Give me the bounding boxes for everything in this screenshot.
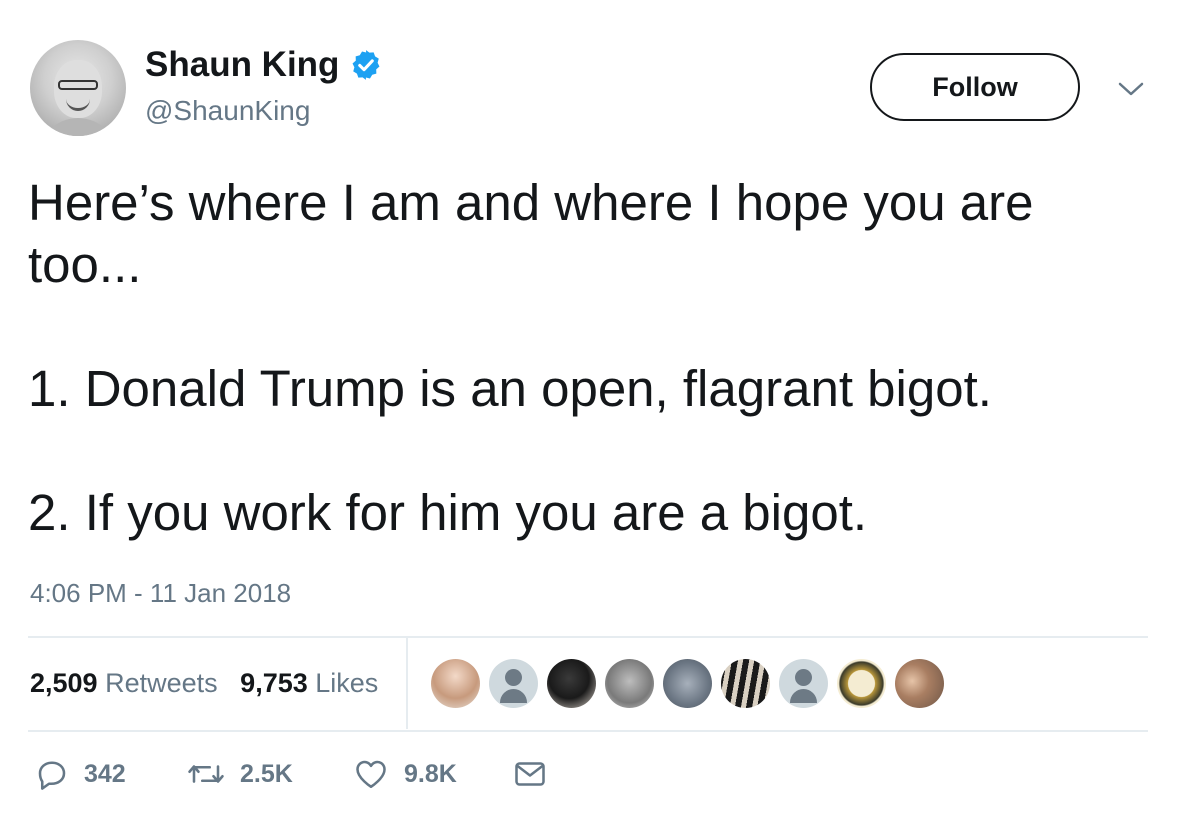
- author-handle[interactable]: @ShaunKing: [145, 95, 310, 127]
- divider-top: [28, 636, 1148, 638]
- direct-message-button[interactable]: [512, 756, 548, 792]
- chevron-down-icon[interactable]: [1116, 79, 1146, 99]
- tweet-timestamp[interactable]: 4:06 PM - 11 Jan 2018: [30, 578, 291, 609]
- tweet-stats: 2,509 Retweets 9,753 Likes: [30, 668, 378, 699]
- likes-count: 9,753: [240, 668, 308, 698]
- retweet-button[interactable]: 2.5K: [186, 756, 293, 792]
- liker-avatar[interactable]: [721, 659, 770, 708]
- author-avatar[interactable]: [30, 40, 126, 136]
- author-name[interactable]: Shaun King: [145, 45, 339, 85]
- avatar-body: [38, 118, 118, 136]
- liker-avatar[interactable]: [895, 659, 944, 708]
- reply-count: 342: [84, 759, 126, 788]
- tweet-text: Here’s where I am and where I hope you a…: [28, 174, 1034, 541]
- liker-avatar[interactable]: [605, 659, 654, 708]
- stats-divider: [406, 637, 408, 729]
- liker-avatar[interactable]: [489, 659, 538, 708]
- liker-avatar[interactable]: [837, 659, 886, 708]
- envelope-icon: [515, 762, 545, 786]
- liker-avatar[interactable]: [431, 659, 480, 708]
- reply-button[interactable]: 342: [34, 756, 126, 792]
- likes-stat[interactable]: 9,753 Likes: [240, 668, 378, 698]
- liker-avatar[interactable]: [547, 659, 596, 708]
- liker-avatars: [431, 659, 944, 709]
- follow-button[interactable]: Follow: [870, 53, 1080, 121]
- liker-avatar[interactable]: [779, 659, 828, 708]
- verified-badge-icon: [352, 50, 380, 80]
- retweet-icon: [188, 765, 224, 783]
- reply-icon: [38, 761, 66, 790]
- likes-label: Likes: [315, 668, 379, 698]
- like-count: 9.8K: [404, 759, 457, 788]
- like-button[interactable]: 9.8K: [352, 756, 457, 792]
- avatar-glasses: [58, 80, 98, 90]
- retweet-count: 2.5K: [240, 759, 293, 788]
- heart-icon: [356, 760, 386, 789]
- retweets-count: 2,509: [30, 668, 98, 698]
- retweets-label: Retweets: [105, 668, 218, 698]
- retweets-stat[interactable]: 2,509 Retweets: [30, 668, 218, 698]
- divider-bottom: [28, 730, 1148, 732]
- liker-avatar[interactable]: [663, 659, 712, 708]
